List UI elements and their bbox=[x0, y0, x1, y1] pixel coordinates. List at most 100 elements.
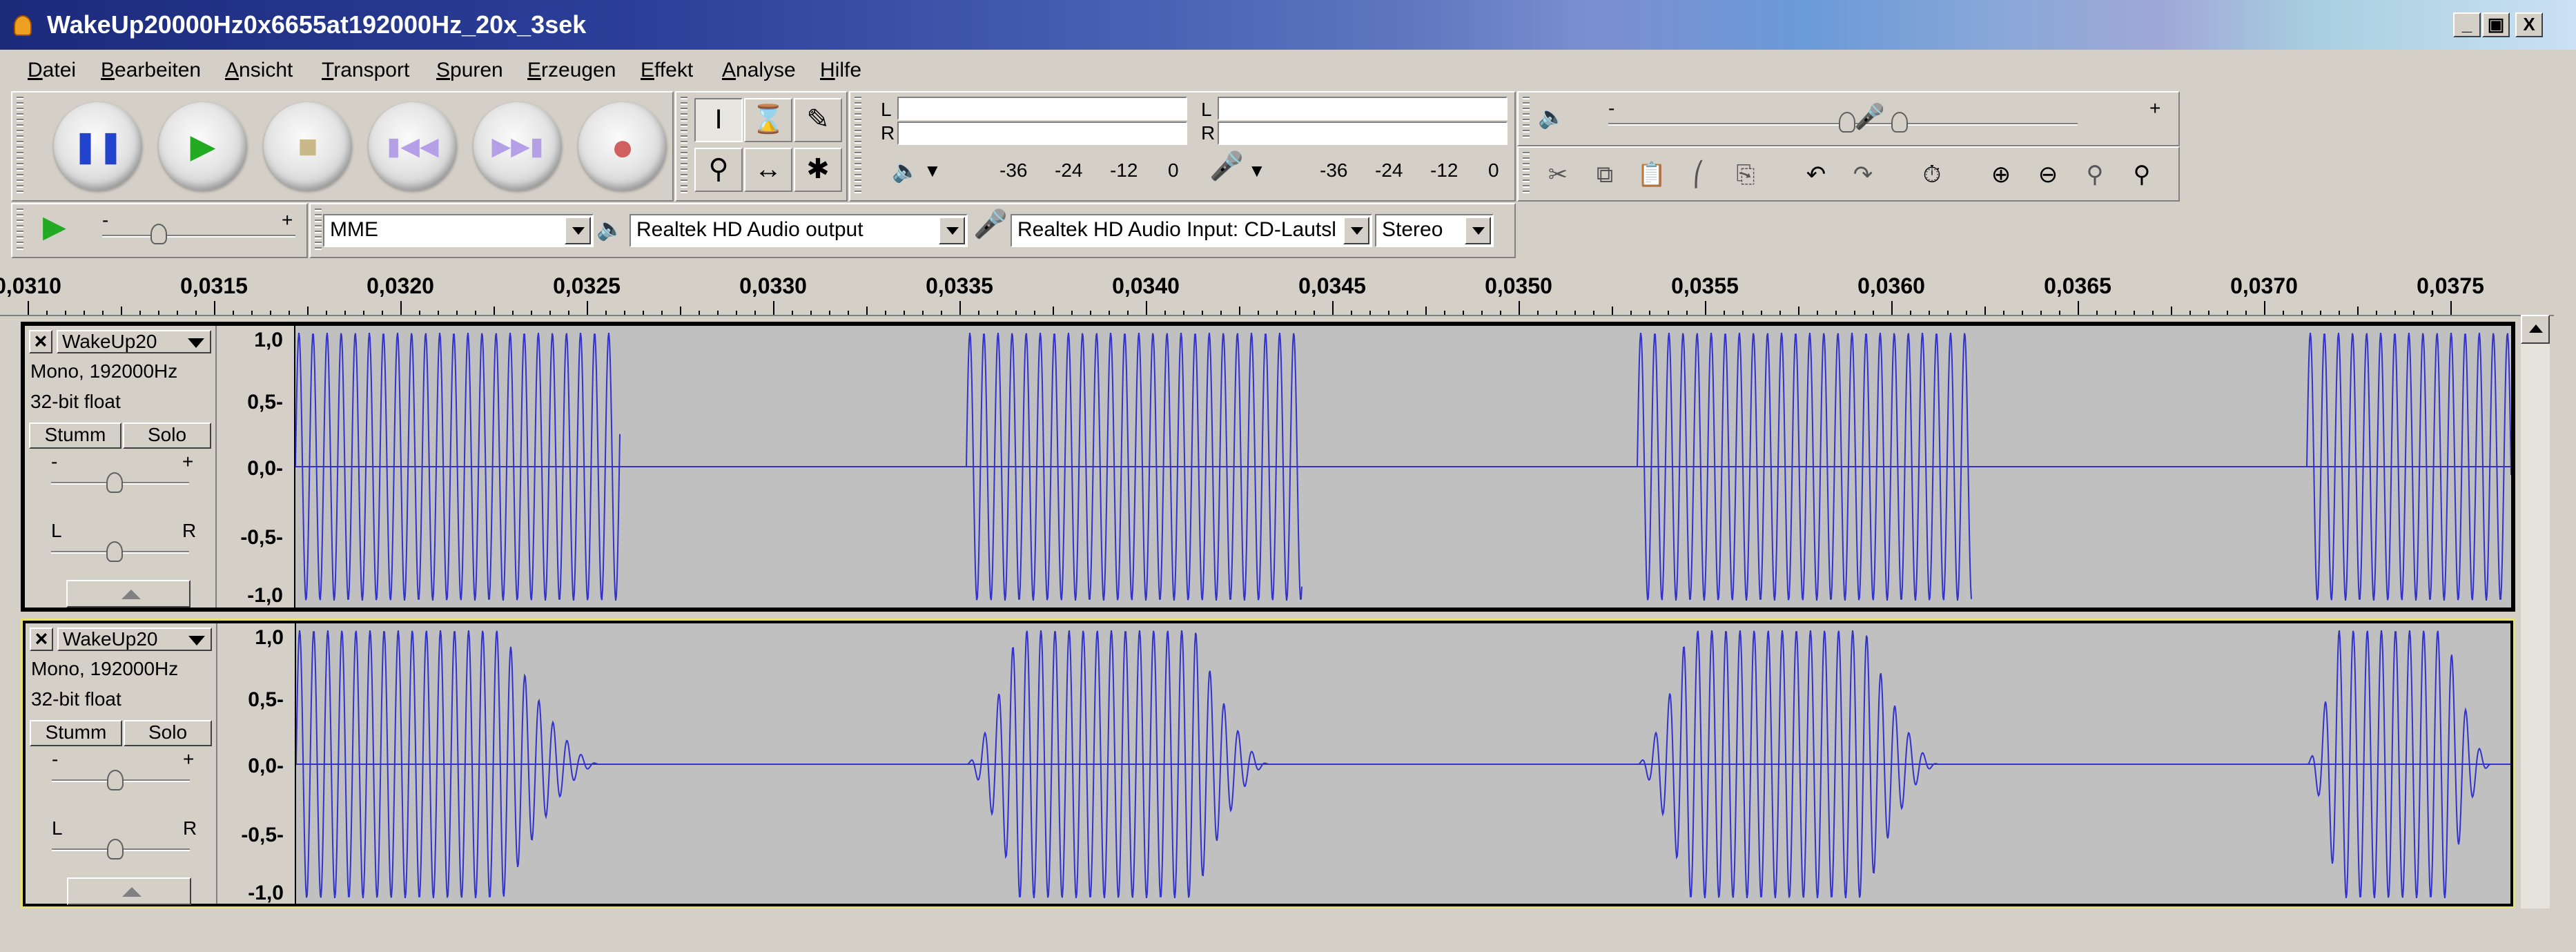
input-volume-thumb[interactable] bbox=[1891, 112, 1908, 133]
solo-button[interactable]: Solo bbox=[124, 720, 212, 746]
menu-ansicht[interactable]: Ansicht bbox=[225, 58, 293, 83]
track-name-menu[interactable]: WakeUp20 bbox=[57, 330, 211, 353]
scroll-up-icon[interactable] bbox=[2521, 315, 2550, 344]
menu-bearbeiten[interactable]: Bearbeiten bbox=[101, 58, 201, 83]
scale-bottom: -1,0 bbox=[247, 584, 283, 607]
play-button[interactable]: ▶ bbox=[159, 102, 247, 191]
solo-button[interactable]: Solo bbox=[123, 422, 211, 449]
close-button[interactable]: X bbox=[2515, 12, 2543, 37]
trim-button[interactable]: ⎛ bbox=[1677, 155, 1720, 195]
skip-end-button[interactable]: ▶▶▮ bbox=[474, 102, 562, 191]
audio-track-1[interactable]: × WakeUp20 Mono, 192000Hz 32-bit float S… bbox=[21, 322, 2515, 612]
ruler-tick bbox=[289, 311, 290, 315]
ruler-tick bbox=[549, 311, 551, 315]
timeline-ruler[interactable]: 0,0310 0,0315 0,0320 0,0325 0,0330 0,0335 0,03… bbox=[0, 268, 2554, 316]
scale-top: 1,0 bbox=[255, 626, 284, 649]
pause-button[interactable]: ❚❚ bbox=[54, 102, 142, 191]
play-at-speed-icon[interactable]: ▶ bbox=[43, 212, 66, 242]
play-meter-menu-icon[interactable]: ▼ bbox=[924, 159, 941, 182]
ruler-tick bbox=[475, 311, 476, 315]
zoom-out-button[interactable]: ⊖ bbox=[2027, 155, 2069, 195]
envelope-tool-button[interactable]: ⌛ bbox=[744, 98, 792, 142]
menu-effekt[interactable]: Effekt bbox=[641, 58, 693, 83]
mute-button[interactable]: Stumm bbox=[29, 422, 121, 449]
double-arrow-icon: ↔ bbox=[754, 154, 782, 184]
sync-lock-button[interactable]: ⏱ bbox=[1911, 155, 1953, 195]
speed-track[interactable] bbox=[102, 235, 295, 237]
rec-meter-menu-icon[interactable]: ▼ bbox=[1248, 159, 1266, 182]
fit-selection-button[interactable]: ⚲ bbox=[2074, 155, 2116, 195]
audio-track-2[interactable]: × WakeUp20 Mono, 192000Hz 32-bit float S… bbox=[21, 619, 2515, 909]
ruler-tick bbox=[251, 311, 253, 315]
stop-button[interactable]: ■ bbox=[264, 102, 352, 191]
zoom-tool-button[interactable]: ⚲ bbox=[694, 148, 743, 192]
fit-project-button[interactable]: ⚲ bbox=[2120, 155, 2163, 195]
collapse-track-button[interactable] bbox=[67, 877, 191, 905]
mute-button[interactable]: Stumm bbox=[30, 720, 122, 746]
ruler-tick bbox=[2432, 311, 2433, 315]
selection-tool-button[interactable]: I bbox=[694, 98, 743, 142]
rec-meter-left[interactable] bbox=[1218, 97, 1507, 120]
rec-meter-right[interactable] bbox=[1218, 122, 1507, 145]
record-button[interactable]: ● bbox=[578, 102, 667, 191]
chevron-down-icon[interactable] bbox=[939, 217, 965, 244]
ruler-tick bbox=[84, 311, 85, 315]
output-device-select[interactable]: Realtek HD Audio output bbox=[630, 214, 968, 247]
host-select[interactable]: MME bbox=[323, 214, 594, 247]
redo-button[interactable]: ↷ bbox=[1842, 155, 1884, 195]
ruler-tick bbox=[531, 311, 532, 315]
input-device-icon: 🎤 bbox=[973, 209, 1008, 240]
menu-datei[interactable]: Datei bbox=[28, 58, 76, 83]
menu-hilfe[interactable]: Hilfe bbox=[820, 58, 861, 83]
waveform-display[interactable] bbox=[295, 326, 2511, 608]
play-meter-right[interactable] bbox=[897, 122, 1187, 145]
gain-slider-thumb[interactable] bbox=[107, 770, 124, 790]
ruler-tick bbox=[1183, 311, 1184, 315]
title-bar[interactable]: WakeUp20000Hz0x6655at192000Hz_20x_3sek _… bbox=[0, 0, 2576, 50]
ruler-tick bbox=[1332, 301, 1334, 315]
waveform-display[interactable] bbox=[296, 623, 2510, 904]
cut-button[interactable]: ✂ bbox=[1536, 155, 1579, 195]
trim-icon: ⎛ bbox=[1692, 162, 1705, 188]
vertical-scrollbar[interactable] bbox=[2521, 315, 2550, 909]
play-meter-left[interactable] bbox=[897, 97, 1187, 120]
menu-analyse[interactable]: Analyse bbox=[722, 58, 796, 83]
silence-button[interactable]: ⎘ bbox=[1724, 155, 1767, 195]
maximize-button[interactable]: ▣ bbox=[2482, 12, 2510, 37]
chevron-down-icon[interactable] bbox=[1465, 217, 1491, 244]
timeshift-tool-button[interactable]: ↔ bbox=[744, 148, 792, 192]
menu-spuren[interactable]: Spuren bbox=[436, 58, 503, 83]
ruler-tick bbox=[177, 311, 178, 315]
menu-transport[interactable]: Transport bbox=[322, 58, 409, 83]
gain-slider-thumb[interactable] bbox=[106, 472, 123, 493]
pan-slider-thumb[interactable] bbox=[107, 839, 124, 859]
paste-button[interactable]: 📋 bbox=[1630, 155, 1673, 195]
ruler-label: 0,0370 bbox=[2230, 273, 2298, 298]
ruler-tick bbox=[699, 311, 700, 315]
multi-tool-button[interactable]: ✱ bbox=[794, 148, 842, 192]
minimize-button[interactable]: _ bbox=[2453, 12, 2481, 37]
draw-tool-button[interactable]: ✎ bbox=[794, 98, 842, 142]
ruler-tick bbox=[1369, 311, 1371, 315]
ruler-tick bbox=[1090, 311, 1091, 315]
speed-plus-label: + bbox=[282, 209, 293, 231]
close-track-icon[interactable]: × bbox=[30, 628, 53, 651]
collapse-track-button[interactable] bbox=[66, 580, 191, 608]
pan-slider-thumb[interactable] bbox=[106, 541, 123, 562]
channels-select[interactable]: Stereo bbox=[1375, 214, 1494, 247]
ruler-tick bbox=[158, 311, 159, 315]
rec-scale-12: -12 bbox=[1430, 159, 1458, 181]
menu-erzeugen[interactable]: Erzeugen bbox=[527, 58, 616, 83]
copy-button[interactable]: ⧉ bbox=[1583, 155, 1626, 195]
output-volume-thumb[interactable] bbox=[1839, 112, 1855, 133]
zoom-in-button[interactable]: ⊕ bbox=[1980, 155, 2022, 195]
skip-start-button[interactable]: ▮◀◀ bbox=[369, 102, 457, 191]
input-device-select[interactable]: Realtek HD Audio Input: CD-Lautsl bbox=[1011, 214, 1372, 247]
close-track-icon[interactable]: × bbox=[29, 330, 52, 353]
speed-thumb[interactable] bbox=[150, 224, 167, 244]
chevron-down-icon[interactable] bbox=[1343, 217, 1369, 244]
track-name-menu[interactable]: WakeUp20 bbox=[57, 628, 212, 651]
undo-button[interactable]: ↶ bbox=[1795, 155, 1837, 195]
magnifier-icon: ⚲ bbox=[708, 154, 729, 184]
chevron-down-icon[interactable] bbox=[565, 217, 591, 244]
